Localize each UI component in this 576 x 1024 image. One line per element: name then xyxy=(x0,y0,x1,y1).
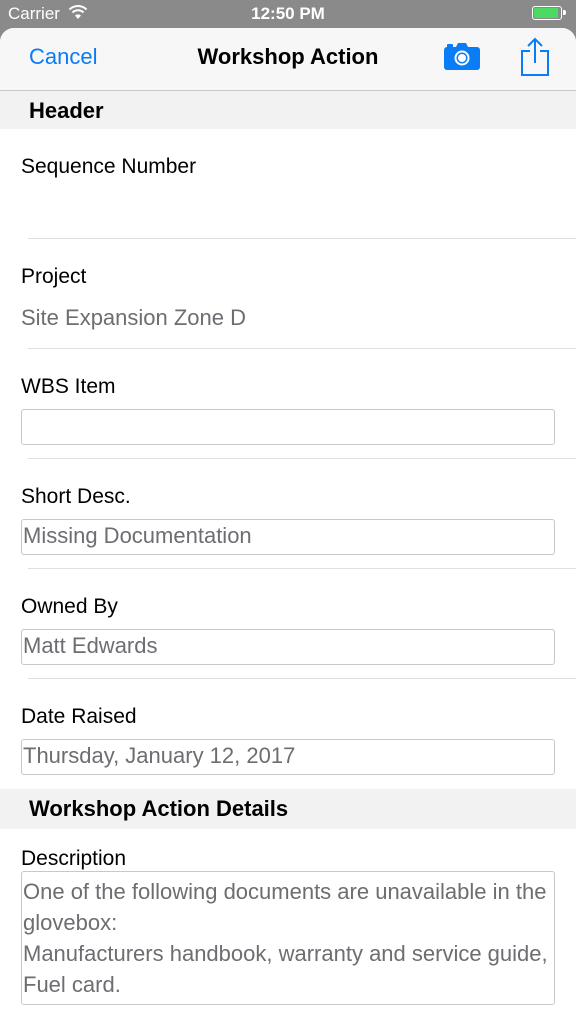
camera-icon[interactable] xyxy=(444,42,480,70)
owned-by-input[interactable]: Matt Edwards xyxy=(21,629,555,665)
section-title: Workshop Action Details xyxy=(29,796,289,821)
sequence-number-row: Sequence Number xyxy=(0,129,576,239)
short-desc-input[interactable]: Missing Documentation xyxy=(21,519,555,555)
owned-by-row: Owned By Matt Edwards xyxy=(0,569,576,679)
date-raised-label: Date Raised xyxy=(21,705,137,728)
sequence-number-label: Sequence Number xyxy=(21,155,197,178)
share-icon[interactable] xyxy=(520,37,550,77)
project-label: Project xyxy=(21,265,87,288)
short-desc-row: Short Desc. Missing Documentation xyxy=(0,459,576,569)
clock: 12:50 PM xyxy=(251,4,325,23)
project-value: Site Expansion Zone D xyxy=(21,305,247,330)
project-row: Project Site Expansion Zone D xyxy=(0,239,576,349)
owned-by-label: Owned By xyxy=(21,595,118,618)
wbs-item-label: WBS Item xyxy=(21,375,116,398)
page-title: Workshop Action xyxy=(197,44,379,69)
date-raised-input[interactable]: Thursday, January 12, 2017 xyxy=(21,739,555,775)
description-row: Description One of the following documen… xyxy=(0,829,576,1024)
navigation-bar: Cancel Workshop Action xyxy=(0,28,576,91)
short-desc-label: Short Desc. xyxy=(21,485,131,508)
modal-sheet: Cancel Workshop Action Header Sequence N… xyxy=(0,28,576,1024)
section-header-details: Workshop Action Details xyxy=(0,789,576,829)
description-textarea[interactable]: One of the following documents are unava… xyxy=(21,871,555,1005)
battery-level-fill xyxy=(534,8,558,18)
section-header-header: Header xyxy=(0,91,576,129)
wbs-item-row: WBS Item xyxy=(0,349,576,459)
date-raised-row: Date Raised Thursday, January 12, 2017 xyxy=(0,679,576,789)
battery-icon xyxy=(532,6,566,20)
description-label: Description xyxy=(21,847,127,870)
wbs-item-input[interactable] xyxy=(21,409,555,445)
status-bar: Carrier 12:50 PM xyxy=(0,0,576,30)
section-title: Header xyxy=(29,98,104,123)
